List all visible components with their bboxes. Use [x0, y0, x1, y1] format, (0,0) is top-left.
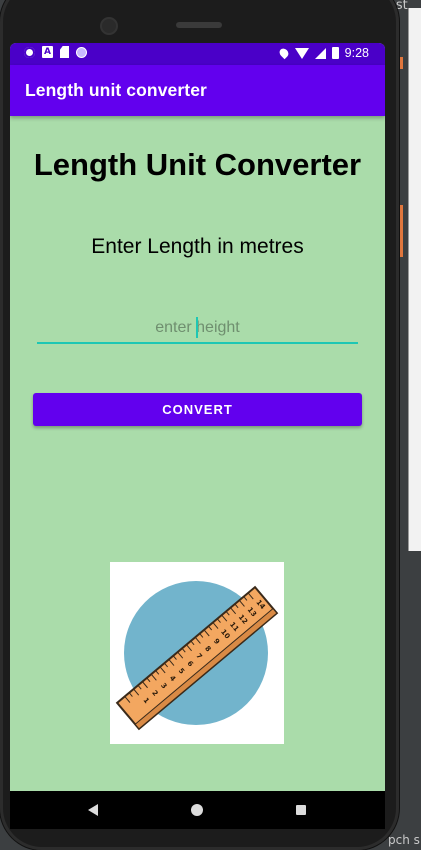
app-bar-title: Length unit converter [25, 80, 207, 100]
ide-marker [399, 57, 403, 69]
ide-side-panel [408, 8, 421, 551]
ruler-illustration: 1234567891011121314 [115, 581, 279, 731]
sd-card-icon [60, 46, 69, 58]
back-icon[interactable] [88, 804, 98, 816]
recent-apps-icon[interactable] [296, 805, 306, 815]
status-bar: A 9:28 [10, 43, 385, 65]
status-time: 9:28 [344, 46, 369, 60]
ruler-image: 1 2 3 4 5 6 7 8 9 10 11 12 13 14 [110, 562, 284, 744]
ide-marker [399, 205, 403, 257]
app-bar: Length unit converter [10, 65, 385, 116]
gear-icon [24, 46, 35, 58]
convert-button[interactable]: CONVERT [33, 393, 362, 426]
circle-icon [76, 46, 87, 58]
location-icon [277, 46, 290, 60]
input-prompt-label: Enter Length in metres [91, 235, 304, 258]
text-cursor [196, 317, 198, 338]
ide-background-text-bottom: pch s [388, 833, 420, 847]
page-title: Length Unit Converter [33, 147, 362, 182]
battery-icon [331, 47, 339, 59]
phone-screen: A 9:28 Length unit converter Length Unit… [10, 43, 385, 829]
speaker [176, 22, 222, 28]
home-icon[interactable] [191, 804, 203, 816]
signal-icon [314, 47, 326, 59]
camera [100, 17, 118, 35]
navigation-bar [10, 791, 385, 829]
wifi-icon [294, 47, 309, 59]
a-notification-icon: A [42, 46, 53, 58]
